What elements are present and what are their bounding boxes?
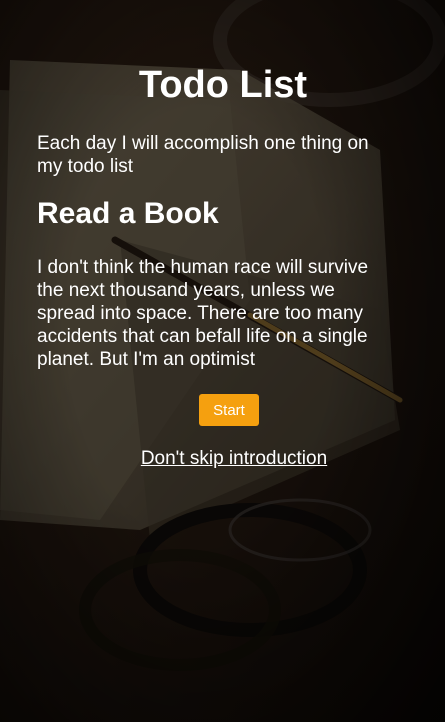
task-description: I don't think the human race will surviv… [37,257,369,370]
task-title: Read a Book [37,197,219,230]
main-content: Todo List Each day I will accomplish one… [37,0,409,470]
page-title: Todo List [138,64,308,106]
skip-introduction-link[interactable]: Don't skip introduction [48,448,420,470]
page-subtitle: Each day I will accomplish one thing on … [37,133,369,177]
start-button[interactable]: Start [199,394,259,426]
